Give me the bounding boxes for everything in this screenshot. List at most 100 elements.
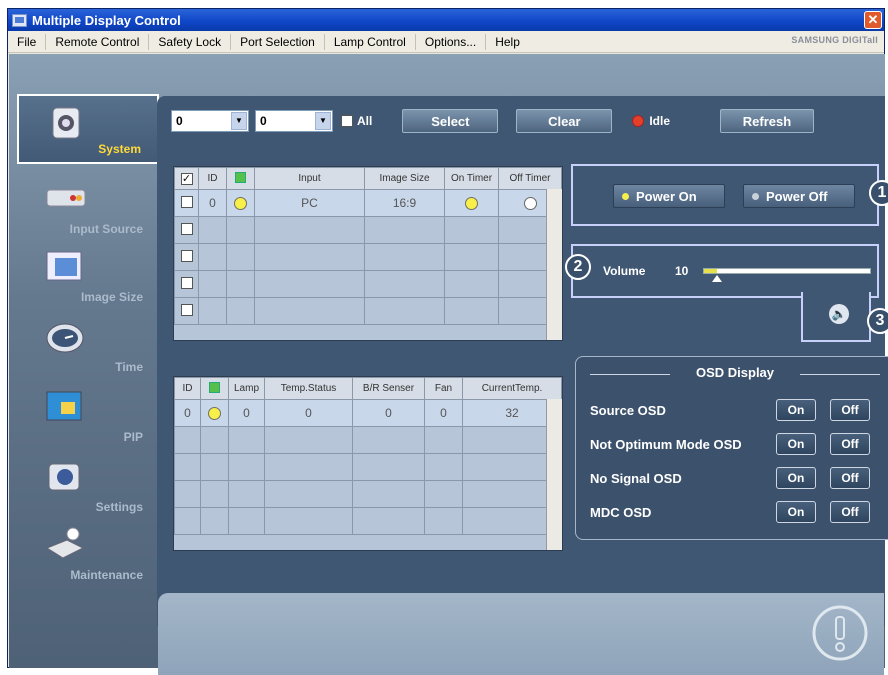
nav-input-source[interactable]: Input Source	[17, 172, 159, 242]
nav-settings[interactable]: Settings	[17, 450, 159, 520]
table-row[interactable]	[174, 270, 562, 298]
row-checkbox-cell[interactable]	[174, 189, 199, 217]
status-indicator-icon	[632, 115, 645, 127]
header-on-timer: On Timer	[444, 167, 499, 190]
no-signal-osd-on-button[interactable]: On	[776, 467, 816, 489]
osd-not-optimum-label: Not Optimum Mode OSD	[590, 437, 742, 452]
header-current-temp: CurrentTemp.	[462, 377, 562, 400]
power-dot-icon	[208, 407, 221, 421]
close-button[interactable]: ✕	[864, 11, 882, 29]
left-nav: System Input Source Image Size Time PIP …	[9, 94, 159, 624]
callout-2-badge: 2	[565, 254, 591, 280]
message-area	[158, 593, 884, 675]
menu-bar: File Remote Control Safety Lock Port Sel…	[8, 31, 884, 53]
no-signal-osd-off-button[interactable]: Off	[830, 467, 870, 489]
input-source-icon	[46, 189, 86, 207]
menu-safety-lock[interactable]: Safety Lock	[149, 33, 232, 50]
table1-scrollbar[interactable]	[546, 189, 562, 340]
mdc-osd-off-button[interactable]: Off	[830, 501, 870, 523]
cell-power	[200, 399, 229, 427]
row-checkbox[interactable]	[180, 249, 193, 262]
osd-no-signal-label: No Signal OSD	[590, 471, 682, 486]
on-timer-dot-icon	[465, 197, 478, 211]
nav-label-time: Time	[115, 360, 143, 374]
clear-button[interactable]: Clear	[516, 109, 613, 133]
row-checkbox[interactable]	[180, 303, 193, 316]
table-row[interactable]: 0 PC 16:9	[174, 189, 562, 217]
header-input: Input	[254, 167, 365, 190]
cell-lamp: 0	[228, 399, 265, 427]
nav-system[interactable]: System	[17, 94, 159, 164]
nav-maintenance[interactable]: Maintenance	[17, 518, 159, 588]
nav-pip[interactable]: PIP	[17, 380, 159, 450]
callout-3-badge: 3	[867, 308, 888, 334]
header-lamp: Lamp	[228, 377, 265, 400]
volume-panel: Volume 10	[571, 244, 879, 298]
menu-remote-control[interactable]: Remote Control	[46, 33, 150, 50]
row-checkbox[interactable]	[180, 276, 193, 289]
source-osd-off-button[interactable]: Off	[830, 399, 870, 421]
menu-port-selection[interactable]: Port Selection	[231, 33, 325, 50]
title-bar: Multiple Display Control ✕	[8, 9, 884, 31]
menu-file[interactable]: File	[8, 33, 47, 50]
header-select-all[interactable]	[174, 167, 199, 190]
not-optimum-osd-on-button[interactable]: On	[776, 433, 816, 455]
cell-id: 0	[174, 399, 201, 427]
settings-icon	[48, 463, 80, 491]
source-osd-on-button[interactable]: On	[776, 399, 816, 421]
header-id: ID	[174, 377, 201, 400]
end-id-combo[interactable]: 0 ▼	[255, 110, 333, 132]
header-power	[226, 167, 255, 190]
table-row[interactable]	[174, 453, 562, 481]
table-row[interactable]	[174, 243, 562, 271]
mute-panel: 🔈	[801, 292, 871, 342]
speaker-icon[interactable]: 🔈	[829, 304, 849, 324]
menu-options[interactable]: Options...	[416, 33, 487, 50]
volume-thumb[interactable]	[712, 275, 723, 282]
cell-fan: 0	[424, 399, 463, 427]
volume-label: Volume	[603, 264, 646, 278]
not-optimum-osd-off-button[interactable]: Off	[830, 433, 870, 455]
cell-input: PC	[254, 189, 365, 217]
table-row[interactable]	[174, 297, 562, 325]
cell-br-senser: 0	[352, 399, 425, 427]
app-window: Multiple Display Control ✕ File Remote C…	[7, 8, 888, 675]
table-row[interactable]: 0 0 0 0 0 32	[174, 399, 562, 427]
menu-lamp-control[interactable]: Lamp Control	[325, 33, 416, 50]
app-icon	[12, 13, 27, 27]
chevron-down-icon[interactable]: ▼	[315, 112, 331, 130]
callout-1-badge: 1	[869, 180, 888, 206]
table2-scrollbar[interactable]	[546, 399, 562, 550]
start-id-combo[interactable]: 0 ▼	[171, 110, 249, 132]
refresh-button[interactable]: Refresh	[720, 109, 815, 133]
nav-time[interactable]: Time	[17, 310, 159, 380]
select-button[interactable]: Select	[402, 109, 499, 133]
brand-logo: SAMSUNG DIGITall	[791, 35, 878, 45]
power-off-button[interactable]: Power Off	[743, 184, 855, 208]
pip-icon	[46, 391, 82, 421]
all-checkbox[interactable]	[341, 115, 353, 127]
power-off-label: Power Off	[766, 188, 828, 204]
table-row[interactable]	[174, 507, 562, 535]
osd-title-divider-right	[800, 374, 880, 375]
nav-image-size[interactable]: Image Size	[17, 240, 159, 310]
nav-label-image-size: Image Size	[80, 290, 143, 304]
row-checkbox[interactable]	[180, 222, 193, 235]
table-row[interactable]	[174, 216, 562, 244]
osd-title: OSD Display	[695, 365, 775, 380]
table-row[interactable]	[174, 480, 562, 508]
chevron-down-icon[interactable]: ▼	[231, 112, 247, 130]
menu-help[interactable]: Help	[486, 34, 529, 50]
nav-label-pip: PIP	[123, 430, 143, 444]
row-checkbox[interactable]	[180, 195, 193, 208]
power-status-icon	[209, 381, 220, 393]
all-label: All	[357, 114, 373, 128]
mdc-osd-on-button[interactable]: On	[776, 501, 816, 523]
select-all-checkbox[interactable]	[180, 172, 193, 185]
table-row[interactable]	[174, 426, 562, 454]
header-fan: Fan	[424, 377, 463, 400]
power-on-label: Power On	[636, 188, 697, 204]
power-status-icon	[235, 171, 246, 183]
volume-slider[interactable]	[703, 268, 871, 282]
power-on-button[interactable]: Power On	[613, 184, 725, 208]
